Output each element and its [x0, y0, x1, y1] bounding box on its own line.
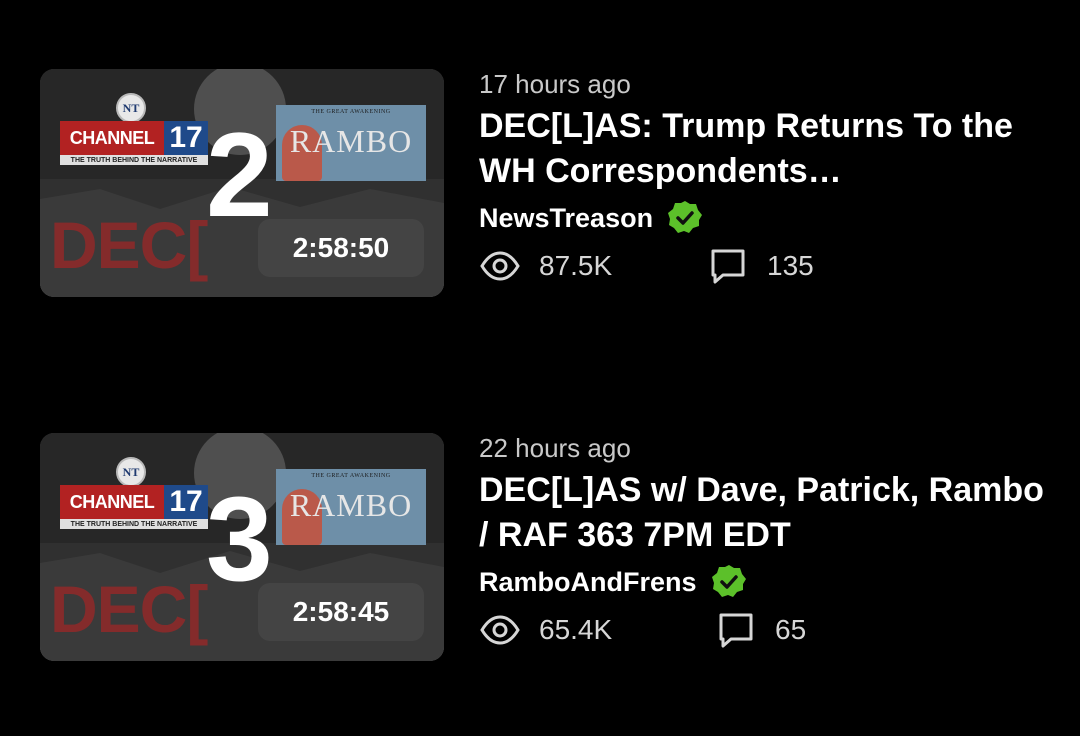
channel-tagline: THE TRUTH BEHIND THE NARRATIVE [60, 519, 208, 529]
channel-row: NewsTreason [479, 196, 1059, 240]
duration-badge: 2:58:50 [258, 219, 424, 277]
channel-tagline: THE TRUTH BEHIND THE NARRATIVE [60, 155, 208, 165]
comments-count: 65 [775, 614, 807, 645]
comment-icon [711, 249, 745, 284]
rambo-word: RAMBO [289, 487, 413, 523]
video-list-item[interactable]: NT CHANNEL 17 THE TRUTH BEHIND THE NARRA… [0, 428, 1080, 668]
views-count: 65.4K [539, 614, 613, 645]
time-ago: 17 hours ago [479, 69, 631, 99]
rambo-graphic: THE GREAT AWAKENING RAMBO [276, 105, 426, 181]
eye-icon [480, 615, 520, 645]
verified-check-icon [668, 201, 703, 233]
channel-number: 17 [164, 121, 208, 155]
rambo-word: RAMBO [289, 123, 413, 159]
views-stat: 87.5K [479, 244, 612, 288]
rambo-graphic: THE GREAT AWAKENING RAMBO [276, 469, 426, 545]
rank-number: 2 [206, 108, 273, 242]
comments-count: 135 [767, 250, 814, 281]
comments-stat[interactable]: 135 [707, 244, 814, 288]
video-meta: 22 hours ago DEC[L]AS w/ Dave, Patrick, … [479, 428, 1059, 652]
channel17-graphic: CHANNEL 17 THE TRUTH BEHIND THE NARRATIV… [60, 485, 210, 529]
channel-word: CHANNEL [60, 485, 164, 519]
duration-badge: 2:58:45 [258, 583, 424, 641]
nt-logo: NT [116, 457, 146, 487]
thumbnail-dec-text: DEC[ [50, 208, 208, 282]
comment-icon [719, 613, 753, 648]
video-thumbnail[interactable]: NT CHANNEL 17 THE TRUTH BEHIND THE NARRA… [40, 433, 444, 661]
video-list-item[interactable]: NT CHANNEL 17 THE TRUTH BEHIND THE NARRA… [0, 64, 1080, 304]
channel-word: CHANNEL [60, 121, 164, 155]
time-ago: 22 hours ago [479, 433, 631, 463]
views-count: 87.5K [539, 250, 613, 281]
stats-row: 65.4K 65 [479, 608, 1059, 652]
nt-logo: NT [116, 93, 146, 123]
eye-icon [480, 251, 520, 281]
video-title[interactable]: DEC[L]AS: Trump Returns To the WH Corres… [479, 104, 1054, 194]
views-stat: 65.4K [479, 608, 612, 652]
rambo-tagline: THE GREAT AWAKENING [311, 473, 391, 479]
comments-stat[interactable]: 65 [715, 608, 806, 652]
video-meta: 17 hours ago DEC[L]AS: Trump Returns To … [479, 64, 1059, 288]
stats-row: 87.5K 135 [479, 244, 1059, 288]
verified-check-icon [711, 565, 746, 597]
channel-row: RamboAndFrens [479, 560, 1059, 604]
channel-name[interactable]: RamboAndFrens [479, 567, 697, 598]
video-title[interactable]: DEC[L]AS w/ Dave, Patrick, Rambo / RAF 3… [479, 468, 1054, 558]
thumbnail-dec-text: DEC[ [50, 572, 208, 646]
rank-number: 3 [206, 472, 273, 606]
channel-number: 17 [164, 485, 208, 519]
rambo-tagline: THE GREAT AWAKENING [311, 109, 391, 115]
channel17-graphic: CHANNEL 17 THE TRUTH BEHIND THE NARRATIV… [60, 121, 210, 165]
channel-name[interactable]: NewsTreason [479, 203, 653, 234]
video-thumbnail[interactable]: NT CHANNEL 17 THE TRUTH BEHIND THE NARRA… [40, 69, 444, 297]
